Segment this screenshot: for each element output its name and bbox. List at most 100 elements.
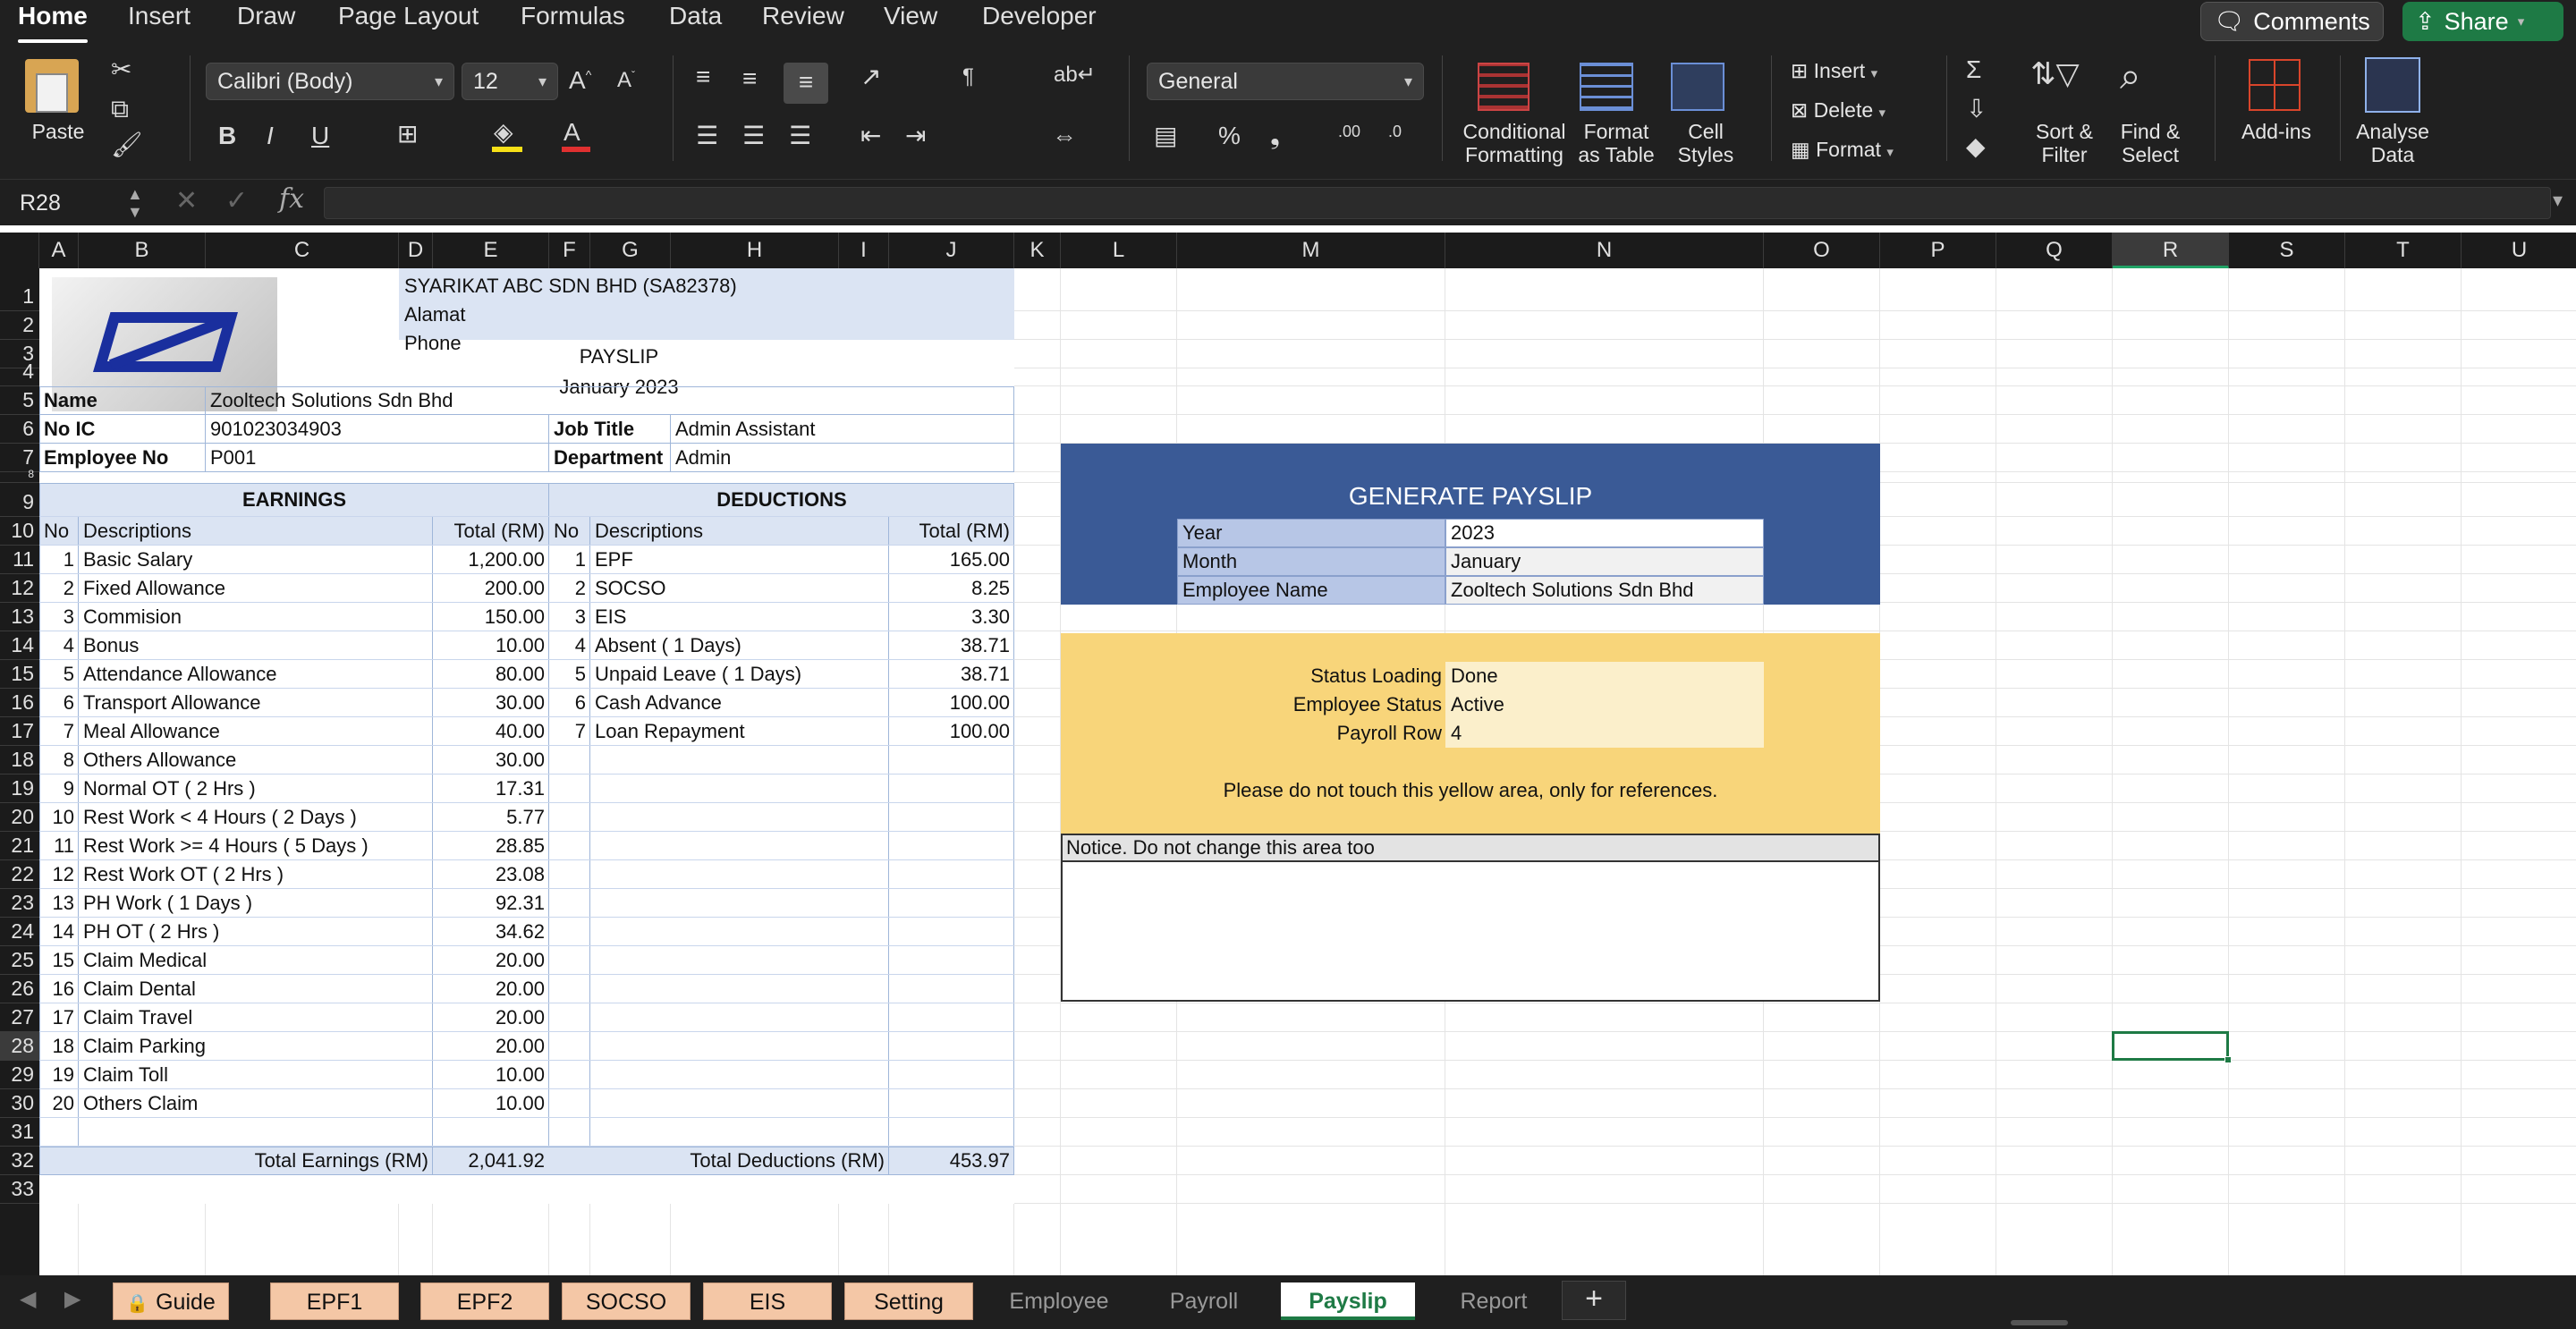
earning-description[interactable]: Meal Allowance — [83, 717, 428, 746]
earning-no[interactable]: 13 — [44, 889, 74, 918]
earning-total[interactable]: 5.77 — [437, 803, 545, 832]
delete-cells-button[interactable]: ⊠ Delete ▾ — [1791, 98, 1885, 125]
formula-input[interactable] — [324, 187, 2551, 219]
month-field-input[interactable]: January — [1451, 547, 1760, 576]
earning-no[interactable]: 18 — [44, 1032, 74, 1061]
earning-total[interactable]: 40.00 — [437, 717, 545, 746]
tab-data[interactable]: Data — [669, 2, 722, 30]
earning-total[interactable]: 17.31 — [437, 775, 545, 803]
deduction-description[interactable]: EIS — [595, 603, 885, 631]
sheet-tab-socso[interactable]: SOCSO — [562, 1282, 691, 1320]
column-header-j[interactable]: J — [889, 233, 1014, 268]
row-header-20[interactable]: 20 — [0, 803, 39, 832]
earning-total[interactable]: 200.00 — [437, 574, 545, 603]
decrease-decimal-button[interactable]: .0 — [1388, 123, 1402, 140]
earning-no[interactable]: 15 — [44, 946, 74, 975]
deduction-total[interactable]: 100.00 — [894, 717, 1010, 746]
add-ins-icon[interactable] — [2249, 59, 2301, 111]
earning-no[interactable]: 1 — [44, 546, 74, 574]
sheet-tab-eis[interactable]: EIS — [703, 1282, 832, 1320]
info-label[interactable]: Employee No — [44, 444, 201, 472]
earning-total[interactable]: 20.00 — [437, 1032, 545, 1061]
earning-total[interactable]: 150.00 — [437, 603, 545, 631]
share-button[interactable]: ⇪ Share ▾ — [2402, 2, 2563, 41]
row-header-14[interactable]: 14 — [0, 631, 39, 660]
increase-font-icon[interactable]: A^ — [569, 68, 591, 93]
column-header-o[interactable]: O — [1764, 233, 1880, 268]
analyse-data-label[interactable]: Analyse Data — [2352, 120, 2433, 166]
deduction-total[interactable]: 38.71 — [894, 660, 1010, 689]
row-header-6[interactable]: 6 — [0, 415, 39, 444]
clear-icon[interactable]: ◆ — [1966, 134, 1986, 159]
info-value[interactable]: 901023034903 — [210, 415, 545, 444]
earning-total[interactable]: 28.85 — [437, 832, 545, 860]
scroll-right-icon[interactable]: ▶ — [64, 1286, 80, 1312]
earning-description[interactable]: Claim Toll — [83, 1061, 428, 1089]
scroll-left-icon[interactable]: ◀ — [20, 1286, 36, 1312]
deduction-description[interactable]: Loan Repayment — [595, 717, 885, 746]
column-header-e[interactable]: E — [433, 233, 549, 268]
row-header-19[interactable]: 19 — [0, 775, 39, 803]
deduction-total[interactable]: 100.00 — [894, 689, 1010, 717]
deduction-description[interactable]: Absent ( 1 Days) — [595, 631, 885, 660]
format-as-table-icon[interactable] — [1580, 63, 1633, 111]
select-all-corner[interactable] — [0, 233, 39, 268]
align-bottom-icon[interactable]: ≡ — [784, 63, 828, 104]
column-header-i[interactable]: I — [839, 233, 889, 268]
column-header-t[interactable]: T — [2345, 233, 2462, 268]
column-header-h[interactable]: H — [671, 233, 839, 268]
column-header-m[interactable]: M — [1177, 233, 1445, 268]
row-header-5[interactable]: 5 — [0, 386, 39, 415]
earning-total[interactable]: 34.62 — [437, 918, 545, 946]
underline-button[interactable]: U — [311, 123, 329, 148]
font-size-select[interactable]: 12 ▾ — [462, 63, 558, 100]
row-header-12[interactable]: 12 — [0, 574, 39, 603]
orientation-icon[interactable]: ↗ — [860, 64, 881, 89]
row-header-24[interactable]: 24 — [0, 918, 39, 946]
fill-color-icon[interactable]: ◈ — [494, 120, 513, 145]
earning-total[interactable]: 20.00 — [437, 946, 545, 975]
row-header-27[interactable]: 27 — [0, 1003, 39, 1032]
earning-total[interactable]: 23.08 — [437, 860, 545, 889]
increase-decimal-button[interactable]: .00 — [1338, 123, 1360, 140]
earning-description[interactable]: Bonus — [83, 631, 428, 660]
row-header-17[interactable]: 17 — [0, 717, 39, 746]
row-header-23[interactable]: 23 — [0, 889, 39, 918]
row-header-28[interactable]: 28 — [0, 1032, 39, 1061]
cell-styles-label[interactable]: Cell Styles — [1665, 120, 1746, 166]
earning-total[interactable]: 10.00 — [437, 1061, 545, 1089]
comments-button[interactable]: 🗨 Comments — [2200, 2, 2384, 41]
deduction-no[interactable]: 1 — [554, 546, 586, 574]
borders-icon[interactable]: ⊞ — [397, 122, 418, 147]
format-painter-icon[interactable]: 🖌 — [111, 132, 143, 157]
deduction-description[interactable]: SOCSO — [595, 574, 885, 603]
format-as-table-label[interactable]: Format as Table — [1567, 120, 1665, 166]
earning-no[interactable]: 5 — [44, 660, 74, 689]
add-ins-label[interactable]: Add-ins — [2236, 120, 2317, 143]
sheet-tab-setting[interactable]: Setting — [844, 1282, 973, 1320]
info-value[interactable]: P001 — [210, 444, 545, 472]
sheet-tab-payslip[interactable]: Payslip — [1281, 1282, 1415, 1320]
deduction-description[interactable]: Cash Advance — [595, 689, 885, 717]
find-select-icon[interactable]: ⌕ — [2120, 57, 2141, 95]
column-header-q[interactable]: Q — [1996, 233, 2113, 268]
row-header-11[interactable]: 11 — [0, 546, 39, 574]
earning-no[interactable]: 2 — [44, 574, 74, 603]
column-header-b[interactable]: B — [79, 233, 206, 268]
earning-no[interactable]: 12 — [44, 860, 74, 889]
info-value[interactable]: Admin Assistant — [675, 415, 1010, 444]
name-box[interactable]: R28 — [9, 187, 143, 219]
font-color-icon[interactable]: A — [564, 120, 580, 145]
percent-style-button[interactable]: % — [1218, 123, 1241, 148]
bold-button[interactable]: B — [218, 123, 236, 148]
row-header-9[interactable]: 9 — [0, 483, 39, 517]
number-format-select[interactable]: General ▾ — [1147, 63, 1424, 100]
row-header-15[interactable]: 15 — [0, 660, 39, 689]
column-header-u[interactable]: U — [2462, 233, 2576, 268]
align-left-icon[interactable]: ☰ — [696, 123, 718, 148]
earning-total[interactable]: 10.00 — [437, 631, 545, 660]
earning-no[interactable]: 8 — [44, 746, 74, 775]
horizontal-scrollbar[interactable] — [2011, 1320, 2068, 1325]
row-header-30[interactable]: 30 — [0, 1089, 39, 1118]
earning-description[interactable]: Others Claim — [83, 1089, 428, 1118]
